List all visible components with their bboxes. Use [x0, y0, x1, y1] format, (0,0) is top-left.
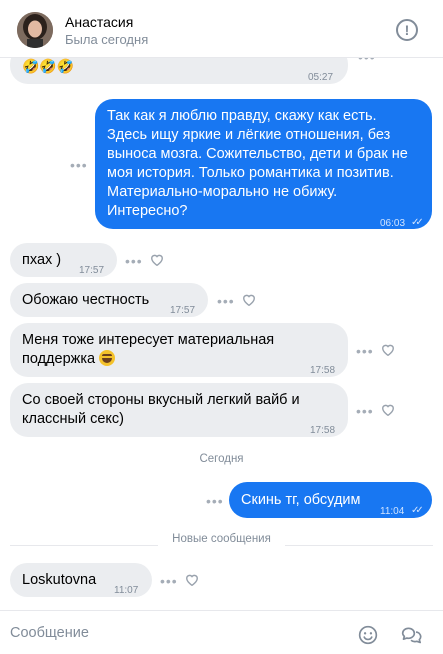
date-separator: Сегодня	[199, 453, 244, 465]
message-bubble-outgoing[interactable]: Скинь тг, обсудим 11:04 ✓✓	[229, 482, 432, 518]
more-dots-icon[interactable]: •••	[206, 494, 224, 508]
contact-name[interactable]: Анастасия	[65, 14, 133, 30]
message-composer	[0, 610, 443, 654]
double-check-icon: ✓✓	[411, 217, 424, 228]
message-text: Loskutovna	[22, 572, 97, 588]
message-text: Скинь тг, обсудим	[241, 492, 361, 508]
more-dots-icon[interactable]: •••	[356, 344, 374, 358]
more-dots-icon[interactable]: •••	[160, 574, 178, 588]
message-bubble-incoming[interactable]: Со своей стороны вкусный легкий вайб и к…	[10, 383, 348, 437]
message-input[interactable]	[10, 621, 340, 645]
message-bubble-incoming[interactable]: Loskutovna 11:07	[10, 563, 152, 597]
heart-icon[interactable]	[381, 403, 395, 416]
more-dots-icon[interactable]: •••	[125, 254, 143, 268]
message-text: 🤣🤣🤣	[22, 58, 75, 74]
message-text: Меня тоже интересует материальная поддер…	[22, 331, 312, 369]
avatar[interactable]	[17, 12, 53, 48]
contact-status: Была сегодня	[65, 32, 149, 47]
chat-header: Анастасия Была сегодня !	[0, 0, 443, 58]
separator-line	[285, 545, 433, 546]
grinning-face-icon	[99, 350, 116, 366]
info-icon[interactable]: !	[396, 19, 418, 41]
more-dots-icon[interactable]: •••	[217, 294, 235, 308]
more-dots-icon[interactable]: •••	[356, 404, 374, 418]
message-bubble-incoming[interactable]: Обожаю честность 17:57	[10, 283, 208, 317]
message-time: 11:04	[380, 506, 405, 517]
message-time: 17:57	[79, 265, 105, 276]
heart-icon[interactable]	[381, 343, 395, 356]
message-text: Обожаю честность	[22, 292, 150, 308]
message-time: 17:58	[310, 365, 336, 376]
double-check-icon: ✓✓	[411, 505, 424, 516]
message-text-content: Меня тоже интересует материальная поддер…	[22, 332, 275, 367]
separator-line	[10, 545, 158, 546]
message-time: 05:27	[308, 72, 334, 83]
message-bubble-incoming[interactable]: Меня тоже интересует материальная поддер…	[10, 323, 348, 377]
smile-icon[interactable]	[358, 625, 378, 645]
message-time: 17:57	[170, 305, 196, 316]
more-dots-icon[interactable]: •••	[70, 158, 88, 172]
message-text: Со своей стороны вкусный легкий вайб и к…	[22, 392, 300, 427]
message-text: Так как я люблю правду, скажу как есть. …	[107, 108, 408, 219]
message-bubble-outgoing[interactable]: Так как я люблю правду, скажу как есть. …	[95, 99, 432, 229]
message-time: 11:07	[114, 585, 139, 596]
message-time: 17:58	[310, 425, 336, 436]
heart-icon[interactable]	[242, 293, 256, 306]
message-text: пхах )	[22, 252, 62, 268]
new-messages-separator: Новые сообщения	[172, 533, 271, 545]
chat-bubbles-icon[interactable]	[400, 625, 422, 645]
heart-icon[interactable]	[185, 573, 199, 586]
message-time: 06:03	[380, 218, 406, 229]
message-bubble-incoming[interactable]: пхах ) 17:57	[10, 243, 117, 277]
chat-history[interactable]: 🤣🤣🤣 05:27 ••• ••• Так как я люблю правду…	[0, 0, 443, 610]
heart-icon[interactable]	[150, 253, 164, 266]
